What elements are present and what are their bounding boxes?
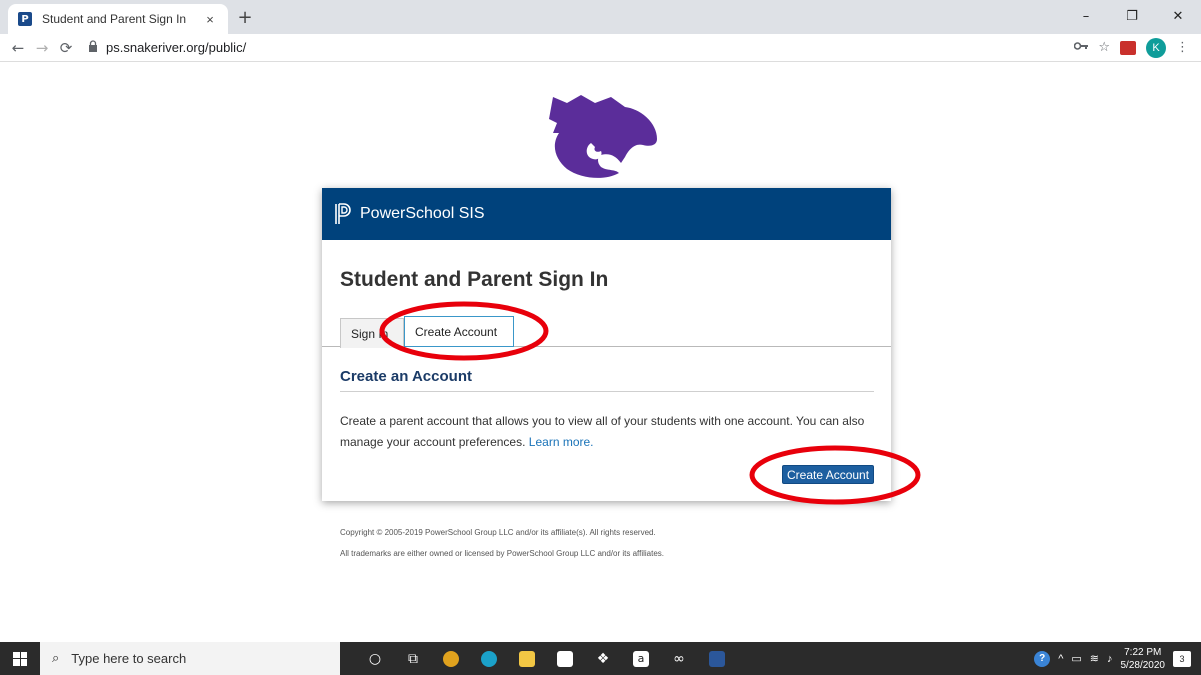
taskbar-apps: ○ ⧉ ❖ a ∞ bbox=[358, 642, 734, 675]
page-footer: Copyright © 2005-2019 PowerSchool Group … bbox=[340, 522, 664, 564]
tab-sign-in[interactable]: Sign In bbox=[340, 318, 404, 348]
pdf-extension-icon[interactable] bbox=[1120, 40, 1136, 55]
taskbar-search[interactable]: ⌕ Type here to search bbox=[40, 642, 340, 675]
trademark-text: All trademarks are either owned or licen… bbox=[340, 549, 665, 558]
window-controls: – ❐ ✕ bbox=[1063, 0, 1201, 32]
windows-taskbar: ⌕ Type here to search ○ ⧉ ❖ a ∞ ? ^ ▭ ≋ … bbox=[0, 642, 1201, 675]
profile-avatar[interactable]: K bbox=[1146, 37, 1166, 58]
task-view-icon[interactable]: ⧉ bbox=[396, 642, 430, 675]
tab-sign-in-label: Sign In bbox=[351, 326, 389, 341]
infinity-app-icon[interactable]: ∞ bbox=[662, 642, 696, 675]
powerschool-favicon-icon: P bbox=[18, 12, 32, 26]
windows-logo-icon bbox=[13, 651, 27, 666]
minimize-button[interactable]: – bbox=[1063, 0, 1109, 32]
copyright-text: Copyright © 2005-2019 PowerSchool Group … bbox=[340, 528, 656, 537]
dropbox-icon[interactable]: ❖ bbox=[586, 642, 620, 675]
description-text: Create a parent account that allows you … bbox=[340, 414, 865, 449]
start-button[interactable] bbox=[0, 642, 40, 675]
edge-icon[interactable] bbox=[472, 642, 506, 675]
taskbar-search-placeholder: Type here to search bbox=[71, 651, 187, 666]
back-icon[interactable]: ← bbox=[6, 39, 30, 57]
notifications-icon[interactable]: 3 bbox=[1173, 650, 1191, 667]
cortana-icon[interactable]: ○ bbox=[358, 642, 392, 675]
battery-icon[interactable]: ▭ bbox=[1071, 652, 1081, 665]
chrome-icon[interactable] bbox=[434, 642, 468, 675]
tab-create-account[interactable]: Create Account bbox=[404, 316, 514, 347]
card-header: PowerSchool SIS bbox=[322, 188, 891, 240]
browser-tab-title: Student and Parent Sign In bbox=[42, 12, 187, 26]
browser-tab-strip: P Student and Parent Sign In × + – ❐ ✕ bbox=[0, 0, 1201, 34]
amazon-icon[interactable]: a bbox=[624, 642, 658, 675]
powerschool-logo-icon bbox=[335, 203, 351, 224]
reload-icon[interactable]: ⟳ bbox=[54, 39, 78, 57]
new-tab-button[interactable]: + bbox=[234, 7, 256, 28]
address-bar[interactable]: ps.snakeriver.org/public/ bbox=[86, 35, 1074, 61]
store-icon[interactable] bbox=[548, 642, 582, 675]
forward-icon[interactable]: → bbox=[30, 39, 54, 57]
volume-icon[interactable]: ♪ bbox=[1107, 653, 1113, 665]
clock-time: 7:22 PM bbox=[1124, 646, 1162, 658]
word-icon[interactable] bbox=[700, 642, 734, 675]
system-tray: ? ^ ▭ ≋ ♪ 7:22 PM 5/28/2020 3 bbox=[1034, 642, 1201, 675]
browser-tab[interactable]: P Student and Parent Sign In × bbox=[8, 4, 228, 34]
file-explorer-icon[interactable] bbox=[510, 642, 544, 675]
help-icon[interactable]: ? bbox=[1034, 650, 1051, 667]
page-title: Student and Parent Sign In bbox=[340, 268, 609, 291]
browser-toolbar: ← → ⟳ ps.snakeriver.org/public/ ☆ K ⋮ bbox=[0, 34, 1201, 62]
chevron-up-icon[interactable]: ^ bbox=[1058, 653, 1063, 665]
tab-close-icon[interactable]: × bbox=[202, 12, 218, 27]
menu-kebab-icon[interactable]: ⋮ bbox=[1176, 40, 1189, 55]
wildcat-logo bbox=[549, 95, 657, 178]
bookmark-star-icon[interactable]: ☆ bbox=[1098, 40, 1110, 55]
section-title: Create an Account bbox=[340, 368, 472, 385]
tab-create-account-label: Create Account bbox=[415, 324, 498, 339]
clock[interactable]: 7:22 PM 5/28/2020 bbox=[1121, 646, 1166, 672]
lock-icon bbox=[86, 40, 100, 55]
brand-title: PowerSchool SIS bbox=[360, 205, 485, 222]
restore-button[interactable]: ❐ bbox=[1109, 0, 1155, 32]
url-text: ps.snakeriver.org/public/ bbox=[106, 40, 247, 55]
key-icon[interactable] bbox=[1074, 40, 1089, 55]
account-description: Create a parent account that allows you … bbox=[340, 411, 870, 453]
search-icon: ⌕ bbox=[52, 651, 60, 666]
section-divider bbox=[340, 391, 874, 392]
sign-in-card: PowerSchool SIS Student and Parent Sign … bbox=[322, 188, 891, 501]
tab-bar: Sign In Create Account bbox=[322, 314, 891, 348]
clock-date: 5/28/2020 bbox=[1120, 659, 1166, 671]
create-account-button[interactable]: Create Account bbox=[782, 465, 875, 484]
close-window-button[interactable]: ✕ bbox=[1155, 0, 1201, 32]
learn-more-link[interactable]: Learn more. bbox=[529, 435, 594, 449]
wifi-icon[interactable]: ≋ bbox=[1090, 652, 1099, 665]
